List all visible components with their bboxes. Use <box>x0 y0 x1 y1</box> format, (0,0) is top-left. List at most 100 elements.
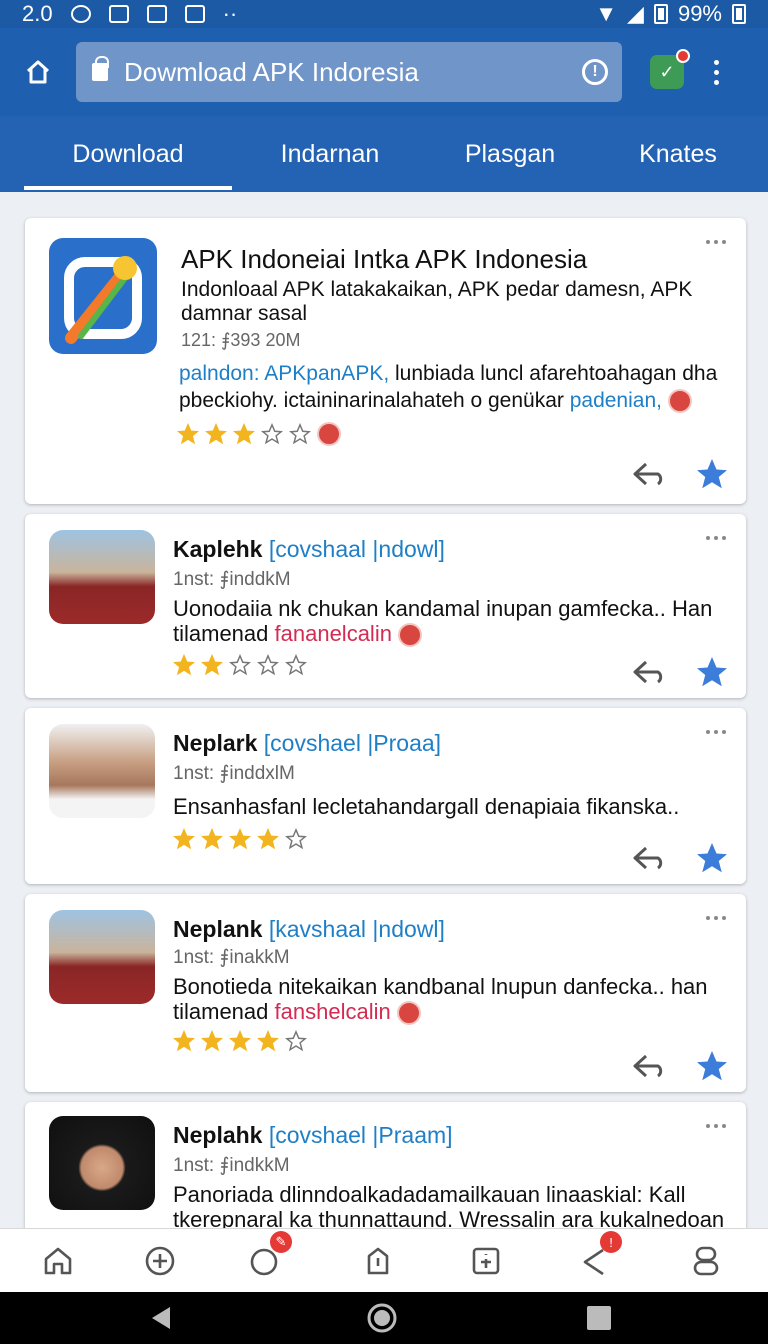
review-card[interactable]: Neplark [covshael |Proaa] 1nst: ⨎inddxlM… <box>25 708 746 884</box>
nav-home[interactable] <box>36 1239 80 1283</box>
tab-knates[interactable]: Knates <box>600 116 756 192</box>
avatar <box>49 724 155 818</box>
status-bar: 2.0 ·· ▼ ◢ 99% <box>0 0 768 28</box>
reviewer-name: Neplahk <box>173 1122 263 1148</box>
nav-share[interactable]: ! <box>572 1231 622 1283</box>
battery-level: 99% <box>677 1 722 26</box>
review-card[interactable]: Neplank [kavshaal |ndowl] 1nst: ⨎inakkM … <box>25 894 746 1092</box>
alert-icon[interactable]: ! <box>582 59 608 85</box>
star-filled-icon <box>201 1030 223 1052</box>
star-empty-icon <box>289 423 311 445</box>
emoji-icon <box>396 1001 421 1026</box>
tab-indarnan[interactable]: Indarnan <box>240 116 420 192</box>
wifi-icon: ▼ <box>595 1 618 26</box>
emoji-icon <box>398 623 423 648</box>
star-filled-icon <box>173 1030 195 1052</box>
review-title: Neplank [kavshaal |ndowl] <box>173 916 445 943</box>
status-time: 2.0 <box>22 1 53 26</box>
back-icon[interactable] <box>148 1305 172 1331</box>
star-filled-icon <box>177 423 199 445</box>
review-rating <box>173 1030 307 1052</box>
nav-downloads[interactable] <box>356 1239 400 1283</box>
review-meta: 1nst: ⨎inakkM <box>173 947 290 968</box>
reviewer-name: Kaplehk <box>173 536 263 562</box>
photo-status-icon <box>146 5 167 23</box>
explore-badge: ✎ <box>270 1231 292 1253</box>
review-category[interactable]: [covshael |Proaa] <box>264 730 441 756</box>
review-title: Kaplehk [covshaal |ndowl] <box>173 536 445 563</box>
overflow-menu-button[interactable] <box>714 59 719 85</box>
star-empty-icon <box>285 654 307 676</box>
app-subtitle: Indonloaal APK latakakaikan, APK pedar d… <box>181 278 693 325</box>
app-meta: 121: ⨎393 20M <box>181 330 301 350</box>
more-options-button[interactable] <box>706 240 726 244</box>
emoji-icon <box>667 389 692 414</box>
review-category[interactable]: [covshaal |ndowl] <box>269 536 445 562</box>
star-filled-icon <box>229 828 251 850</box>
avatar <box>49 1116 155 1210</box>
home-icon <box>26 60 50 84</box>
tab-download[interactable]: Download <box>24 116 232 192</box>
favorite-star-icon[interactable] <box>694 840 730 876</box>
browser-toolbar: Dowmload APK Indoresia ! ✓ <box>0 28 768 116</box>
review-rating <box>173 654 307 676</box>
more-options-button[interactable] <box>706 1124 726 1128</box>
nav-profile[interactable] <box>684 1239 728 1283</box>
url-bar[interactable]: Dowmload APK Indoresia ! <box>76 42 622 102</box>
more-options-button[interactable] <box>706 536 726 540</box>
tab-plasgan[interactable]: Plasgan <box>430 116 590 192</box>
share-icon[interactable] <box>632 846 666 870</box>
system-navigation-bar <box>0 1292 768 1344</box>
nav-add[interactable] <box>138 1239 182 1283</box>
review-meta: 1nst: ⨎indkkM <box>173 1155 290 1176</box>
app-icon <box>49 238 157 354</box>
downloads-icon <box>367 1247 389 1275</box>
share-icon[interactable] <box>632 660 666 684</box>
app-rating <box>177 422 341 446</box>
notification-status-icon <box>184 5 205 23</box>
star-empty-icon <box>285 828 307 850</box>
reviewer-name: Neplank <box>173 916 263 942</box>
share-icon[interactable] <box>632 462 666 486</box>
star-empty-icon <box>285 1030 307 1052</box>
bottom-navigation: ✎ ! <box>0 1228 768 1292</box>
description-link-2[interactable]: padenian, <box>570 389 662 412</box>
review-category[interactable]: [covshael |Praam] <box>269 1122 453 1148</box>
tab-bar: Download Indarnan Plasgan Knates <box>0 116 768 192</box>
extension-button[interactable]: ✓ <box>650 49 690 89</box>
app-title: APK Indoneiai Intka APK Indonesia <box>181 244 588 274</box>
info-icon <box>472 1247 500 1275</box>
review-rating <box>173 828 307 850</box>
review-meta: 1nst: ⨎inddxlM <box>173 763 295 784</box>
star-filled-icon <box>173 654 195 676</box>
star-filled-icon <box>205 423 227 445</box>
nav-info[interactable] <box>464 1239 508 1283</box>
extension-icon: ✓ <box>659 61 675 82</box>
review-card[interactable]: Kaplehk [covshaal |ndowl] 1nst: ⨎inddkM … <box>25 514 746 698</box>
home-button[interactable] <box>0 28 76 116</box>
mail-status-icon <box>108 5 129 23</box>
favorite-star-icon[interactable] <box>694 654 730 690</box>
star-filled-icon <box>257 1030 279 1052</box>
nav-explore[interactable]: ✎ <box>242 1231 292 1283</box>
recents-icon[interactable] <box>586 1305 612 1331</box>
review-meta: 1nst: ⨎inddkM <box>173 569 291 590</box>
more-options-button[interactable] <box>706 916 726 920</box>
review-card[interactable]: Neplahk [covshael |Praam] 1nst: ⨎indkkM … <box>25 1102 746 1242</box>
review-title: Neplark [covshael |Proaa] <box>173 730 441 757</box>
extension-badge <box>676 49 690 63</box>
review-category[interactable]: [kavshaal |ndowl] <box>269 916 445 942</box>
featured-app-card[interactable]: APK Indoneiai Intka APK Indonesia Indonl… <box>25 218 746 504</box>
description-link[interactable]: palndon: APKpanAPK, <box>179 362 389 385</box>
star-filled-icon <box>233 423 255 445</box>
more-options-button[interactable] <box>706 730 726 734</box>
battery-icon <box>653 4 668 24</box>
add-icon <box>145 1246 175 1276</box>
avatar <box>49 910 155 1004</box>
share-icon[interactable] <box>632 1054 666 1078</box>
favorite-star-icon[interactable] <box>694 1048 730 1084</box>
review-title: Neplahk [covshael |Praam] <box>173 1122 453 1149</box>
favorite-star-icon[interactable] <box>694 456 730 492</box>
star-filled-icon <box>229 1030 251 1052</box>
home-system-icon[interactable] <box>366 1302 398 1334</box>
